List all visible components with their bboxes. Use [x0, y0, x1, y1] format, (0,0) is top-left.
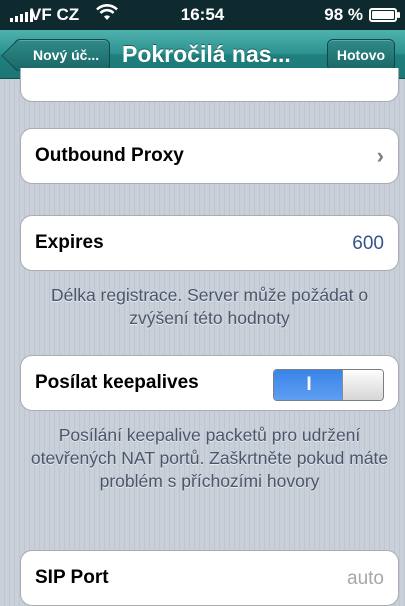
toggle-on-indicator: I: [274, 370, 344, 400]
status-bar: VF CZ 16:54 98 %: [0, 0, 405, 30]
sip-port-input[interactable]: auto: [347, 568, 384, 590]
outbound-proxy-label: Outbound Proxy: [35, 145, 184, 166]
expires-description: Délka registrace. Server může požádat o …: [50, 285, 369, 328]
keepalives-cell: Posílat keepalives I: [20, 355, 399, 411]
expires-cell[interactable]: Expires 600: [20, 215, 399, 271]
battery-percentage: 98 %: [324, 5, 363, 24]
battery-fill: [372, 11, 394, 19]
keepalives-toggle[interactable]: I: [273, 369, 384, 401]
expires-value[interactable]: 600: [352, 233, 384, 255]
keepalives-description: Posílání keepalive packetů pro udržení o…: [30, 425, 389, 491]
outbound-proxy-cell[interactable]: Outbound Proxy ›: [20, 128, 399, 184]
back-button[interactable]: Nový úč...: [14, 39, 110, 71]
back-button-label: Nový úč...: [33, 47, 100, 63]
previous-setting-cell[interactable]: [20, 68, 399, 102]
chevron-right-icon: ›: [376, 143, 384, 168]
done-button[interactable]: Hotovo: [327, 39, 395, 71]
page-title: Pokročilá nas...: [122, 41, 291, 67]
sip-port-cell[interactable]: SIP Port auto: [20, 550, 399, 606]
toggle-knob[interactable]: [342, 370, 383, 400]
battery-icon: [369, 8, 400, 22]
keepalives-label: Posílat keepalives: [35, 372, 199, 393]
expires-label: Expires: [35, 232, 104, 253]
sip-port-label: SIP Port: [35, 567, 109, 588]
